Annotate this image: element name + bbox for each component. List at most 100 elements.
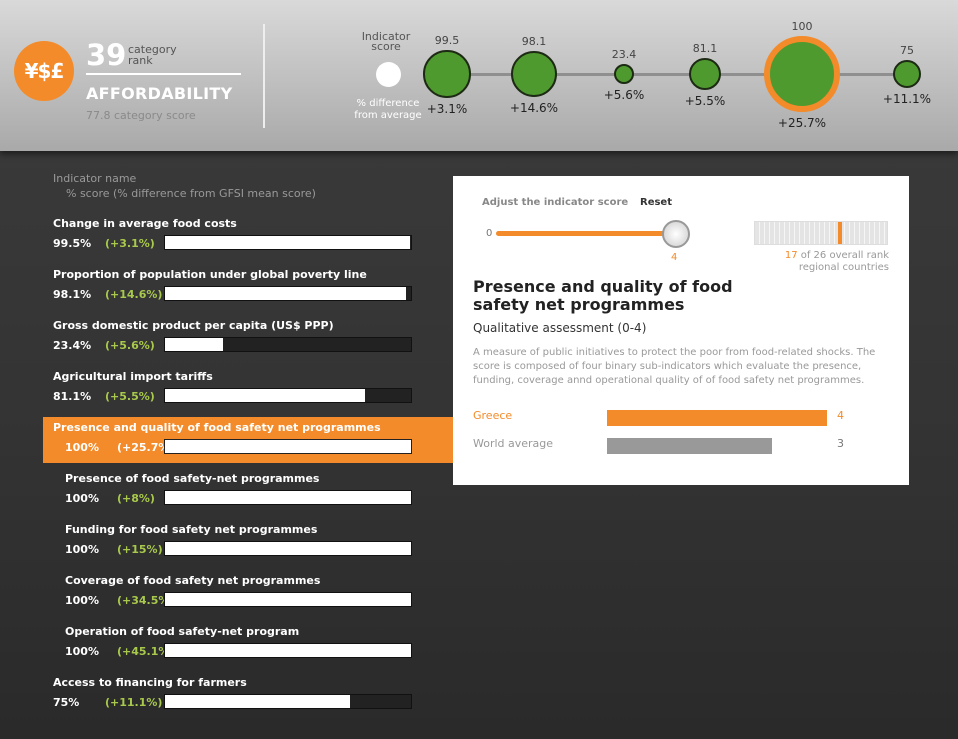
- indicator-score-bar: [164, 439, 412, 454]
- indicator-name: Presence and quality of food safety net …: [53, 421, 381, 434]
- rank-text-line2: regional countries: [798, 262, 889, 273]
- indicator-name: Access to financing for farmers: [53, 676, 247, 689]
- indicator-score-bar: [164, 235, 412, 250]
- category-score: 77.8 category score: [86, 109, 196, 122]
- indicator-score-bar: [164, 694, 412, 709]
- indicator-score-bar: [164, 541, 412, 556]
- indicator-row[interactable]: Presence and quality of food safety net …: [43, 417, 471, 463]
- indicator-row[interactable]: Gross domestic product per capita (US$ P…: [43, 315, 455, 361]
- indicator-pct: 75%: [53, 696, 80, 709]
- indicator-pct: 100%: [65, 543, 99, 556]
- panel-subtitle: Qualitative assessment (0-4): [473, 321, 647, 335]
- category-rank-label: category rank: [128, 43, 177, 67]
- indicator-row[interactable]: Funding for food safety net programmes 10…: [43, 519, 455, 565]
- rank-marker: [838, 222, 843, 244]
- rank-strip: [754, 221, 888, 245]
- indicator-pct: 99.5%: [53, 237, 92, 250]
- indicator-row[interactable]: Change in average food costs 99.5% (+3.1%): [43, 213, 455, 259]
- rank-text-suffix: of 26 overall rank: [797, 250, 889, 261]
- indicator-score-fill: [165, 440, 411, 453]
- score-slider-handle[interactable]: [662, 220, 690, 248]
- indicator-bubble[interactable]: [423, 50, 471, 98]
- indicator-diff: (+5.5%): [105, 390, 155, 403]
- bubble-diff-label: +14.6%: [509, 100, 559, 115]
- indicator-row[interactable]: Operation of food safety-net program 100%…: [43, 621, 455, 667]
- indicator-name: Change in average food costs: [53, 217, 237, 230]
- legend-circle-icon: [376, 62, 401, 87]
- score-slider-fill: [496, 231, 678, 236]
- indicator-score-fill: [165, 236, 410, 249]
- reset-button[interactable]: Reset: [640, 197, 672, 208]
- divider: [86, 73, 241, 75]
- bubble-diff-label: +3.1%: [426, 101, 468, 116]
- list-heading-score: % score (% difference from GFSI mean sco…: [66, 187, 316, 200]
- indicator-row[interactable]: Coverage of food safety net programmes 10…: [43, 570, 455, 616]
- indicator-pct: 81.1%: [53, 390, 92, 403]
- rank-text: 17 of 26 overall rank regional countries: [785, 250, 889, 274]
- indicator-score-bar: [164, 592, 412, 607]
- bubble-score-label: 23.4: [611, 47, 637, 61]
- indicator-score-fill: [165, 695, 350, 708]
- indicator-bubble[interactable]: [613, 63, 635, 85]
- indicator-detail-panel: Adjust the indicator score Reset 0 4 17 …: [453, 176, 909, 485]
- indicator-pct: 23.4%: [53, 339, 92, 352]
- header-bar: ¥$£ 39 category rank AFFORDABILITY 77.8 …: [0, 0, 958, 151]
- bubble-diff-label: +5.6%: [603, 88, 645, 103]
- indicator-score-fill: [165, 542, 411, 555]
- indicator-diff: (+5.6%): [105, 339, 155, 352]
- indicator-row[interactable]: Access to financing for farmers 75% (+11.1…: [43, 672, 455, 718]
- indicator-score-bar: [164, 490, 412, 505]
- indicator-score-bar: [164, 388, 412, 403]
- panel-description: A measure of public initiatives to prote…: [473, 347, 876, 386]
- bubble-score-label: 100: [791, 20, 813, 33]
- indicator-score-fill: [165, 287, 407, 300]
- indicator-row[interactable]: Presence of food safety-net programmes 10…: [43, 468, 455, 514]
- comparison-bar: [607, 410, 827, 426]
- comparison-label: World average: [473, 437, 554, 450]
- indicator-name: Operation of food safety-net program: [65, 625, 300, 638]
- indicator-name: Proportion of population under global po…: [53, 268, 367, 281]
- bubble-score-label: 99.5: [434, 34, 460, 48]
- indicator-score-fill: [165, 593, 411, 606]
- indicator-row[interactable]: Agricultural import tariffs 81.1% (+5.5%): [43, 366, 455, 412]
- slider-value-label: 4: [671, 252, 678, 263]
- comparison-value: 4: [837, 409, 844, 422]
- divider: [263, 24, 265, 128]
- indicator-diff: (+3.1%): [105, 237, 155, 250]
- indicator-name: Agricultural import tariffs: [53, 370, 213, 383]
- bubble-diff-label: +11.1%: [882, 92, 932, 107]
- indicator-diff: (+11.1%): [105, 696, 163, 709]
- comparison-value: 3: [837, 437, 844, 450]
- indicator-bubble[interactable]: [764, 36, 840, 112]
- bubble-diff-label: +5.5%: [684, 94, 726, 109]
- indicator-bubble[interactable]: [892, 59, 922, 89]
- indicator-pct: 100%: [65, 492, 99, 505]
- indicator-score-fill: [165, 338, 223, 351]
- indicator-name: Coverage of food safety net programmes: [65, 574, 321, 587]
- indicator-bubble[interactable]: [511, 51, 557, 97]
- indicator-pct: 100%: [65, 594, 99, 607]
- indicator-pct: 100%: [65, 441, 99, 454]
- panel-title: Presence and quality of food safety net …: [473, 277, 733, 314]
- indicator-score-fill: [165, 491, 411, 504]
- indicator-score-bar: [164, 337, 412, 352]
- indicator-bubble[interactable]: [688, 57, 722, 91]
- category-title: AFFORDABILITY: [86, 84, 233, 103]
- indicator-pct: 98.1%: [53, 288, 92, 301]
- comparison-label: Greece: [473, 409, 513, 422]
- category-rank-number: 39: [86, 38, 127, 72]
- indicator-name: Presence of food safety-net programmes: [65, 472, 320, 485]
- slider-min-label: 0: [486, 228, 493, 239]
- indicator-score-bar: [164, 286, 412, 301]
- list-heading-name: Indicator name: [53, 172, 137, 185]
- indicator-name: Funding for food safety net programmes: [65, 523, 318, 536]
- comparison-bar: [607, 438, 772, 454]
- adjust-score-label: Adjust the indicator score: [482, 197, 629, 208]
- indicator-diff: (+15%): [117, 543, 163, 556]
- indicator-pct: 100%: [65, 645, 99, 658]
- indicator-diff: (+8%): [117, 492, 155, 505]
- affordability-currency-icon[interactable]: ¥$£: [14, 41, 74, 101]
- indicator-row[interactable]: Proportion of population under global po…: [43, 264, 455, 310]
- indicator-score-bar: [164, 643, 412, 658]
- bubble-score-label: 75: [900, 43, 914, 57]
